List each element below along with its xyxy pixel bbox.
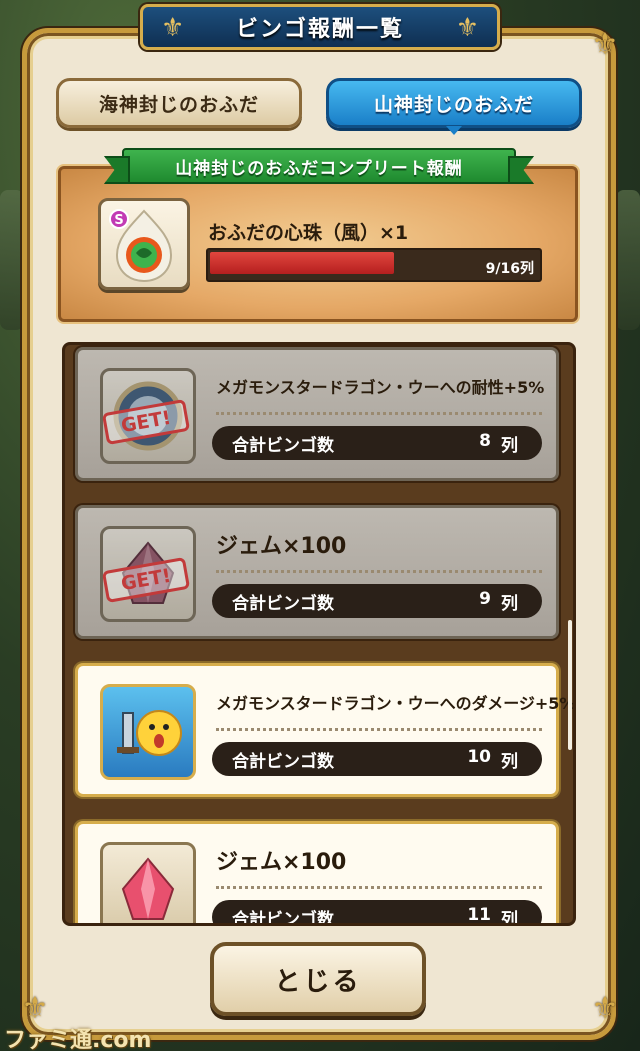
reward-name: メガモンスタードラゴン・ウーへのダメージ+5% xyxy=(216,694,576,713)
bingo-count-bar: 合計ビンゴ数 11 列 xyxy=(212,900,542,926)
page-title: ビンゴ報酬一覧 xyxy=(235,17,404,42)
complete-reward-name: おふだの心珠（風）×1 xyxy=(208,222,409,244)
tab-label: 山神封じのおふだ xyxy=(373,93,534,116)
bingo-label: 合計ビンゴ数 xyxy=(232,593,334,614)
fleur-right-icon: ⚜ xyxy=(455,13,479,43)
bingo-count-bar: 合計ビンゴ数 8列 xyxy=(212,426,542,460)
talisman-orb-icon[interactable]: S xyxy=(98,198,190,290)
title-banner: ⚜ ビンゴ報酬一覧 ⚜ xyxy=(140,4,500,50)
divider xyxy=(216,412,542,415)
bingo-count: 9 xyxy=(479,588,491,609)
gem-icon xyxy=(100,842,196,923)
wind-orb-icon: S xyxy=(109,209,173,283)
reward-name: メガモンスタードラゴン・ウーへの耐性+5% xyxy=(216,378,545,397)
bingo-unit: 列 xyxy=(501,751,518,772)
tab-sea-god-talisman[interactable]: 海神封じのおふだ xyxy=(56,78,302,128)
bingo-unit: 列 xyxy=(501,909,518,926)
progress-text: 9/16列 xyxy=(485,261,534,277)
list-item[interactable]: メガモンスタードラゴン・ウーへのダメージ+5% 合計ビンゴ数 10 列 xyxy=(75,663,573,797)
bingo-label: 合計ビンゴ数 xyxy=(232,909,334,926)
reward-list[interactable]: GET! メガモンスタードラゴン・ウーへの耐性+5% 合計ビンゴ数 8列 GET… xyxy=(62,342,576,926)
bingo-count-bar: 合計ビンゴ数 9列 xyxy=(212,584,542,618)
bingo-count-bar: 合計ビンゴ数 10 列 xyxy=(212,742,542,776)
reward-name: ジェム×100 xyxy=(216,850,347,875)
bingo-unit: 列 xyxy=(501,435,518,456)
bingo-count: 8 xyxy=(479,430,491,451)
list-item[interactable]: GET! ジェム×100 合計ビンゴ数 9列 xyxy=(75,505,559,639)
list-item[interactable]: GET! メガモンスタードラゴン・ウーへの耐性+5% 合計ビンゴ数 8列 xyxy=(75,347,559,481)
list-scrollbar[interactable] xyxy=(568,620,572,750)
divider xyxy=(216,728,542,731)
svg-text:S: S xyxy=(114,213,123,228)
bingo-label: 合計ビンゴ数 xyxy=(232,751,334,772)
list-item[interactable]: ジェム×100 合計ビンゴ数 11 列 xyxy=(75,821,559,926)
reward-name: ジェム×100 xyxy=(216,534,347,559)
right-deco xyxy=(616,190,640,330)
divider xyxy=(216,886,542,889)
divider xyxy=(216,570,542,573)
complete-reward-ribbon: 山神封じのおふだコンプリート報酬 xyxy=(122,148,516,184)
ornament-bottom-right-icon: ⚜ xyxy=(591,991,619,1026)
close-button[interactable]: とじる xyxy=(210,942,426,1016)
fleur-left-icon: ⚜ xyxy=(161,13,185,43)
bingo-unit: 列 xyxy=(501,593,518,614)
close-button-label: とじる xyxy=(274,966,362,997)
bingo-label: 合計ビンゴ数 xyxy=(232,435,334,456)
ornament-bottom-left-icon: ⚜ xyxy=(21,991,49,1026)
watermark-logo: ファミ通.com xyxy=(4,1028,152,1051)
progress-fill xyxy=(210,252,394,274)
ornament-top-right-icon: ⚜ xyxy=(591,27,619,62)
bingo-count: 11 xyxy=(467,904,491,925)
damage-boost-icon xyxy=(100,684,196,780)
left-deco xyxy=(0,190,24,330)
complete-progress-bar: 9/16列 xyxy=(206,248,542,282)
active-tab-pointer-icon xyxy=(446,126,462,135)
bingo-count: 10 xyxy=(467,746,491,767)
tab-label: 海神封じのおふだ xyxy=(98,93,259,116)
tab-mountain-god-talisman[interactable]: 山神封じのおふだ xyxy=(326,78,582,128)
